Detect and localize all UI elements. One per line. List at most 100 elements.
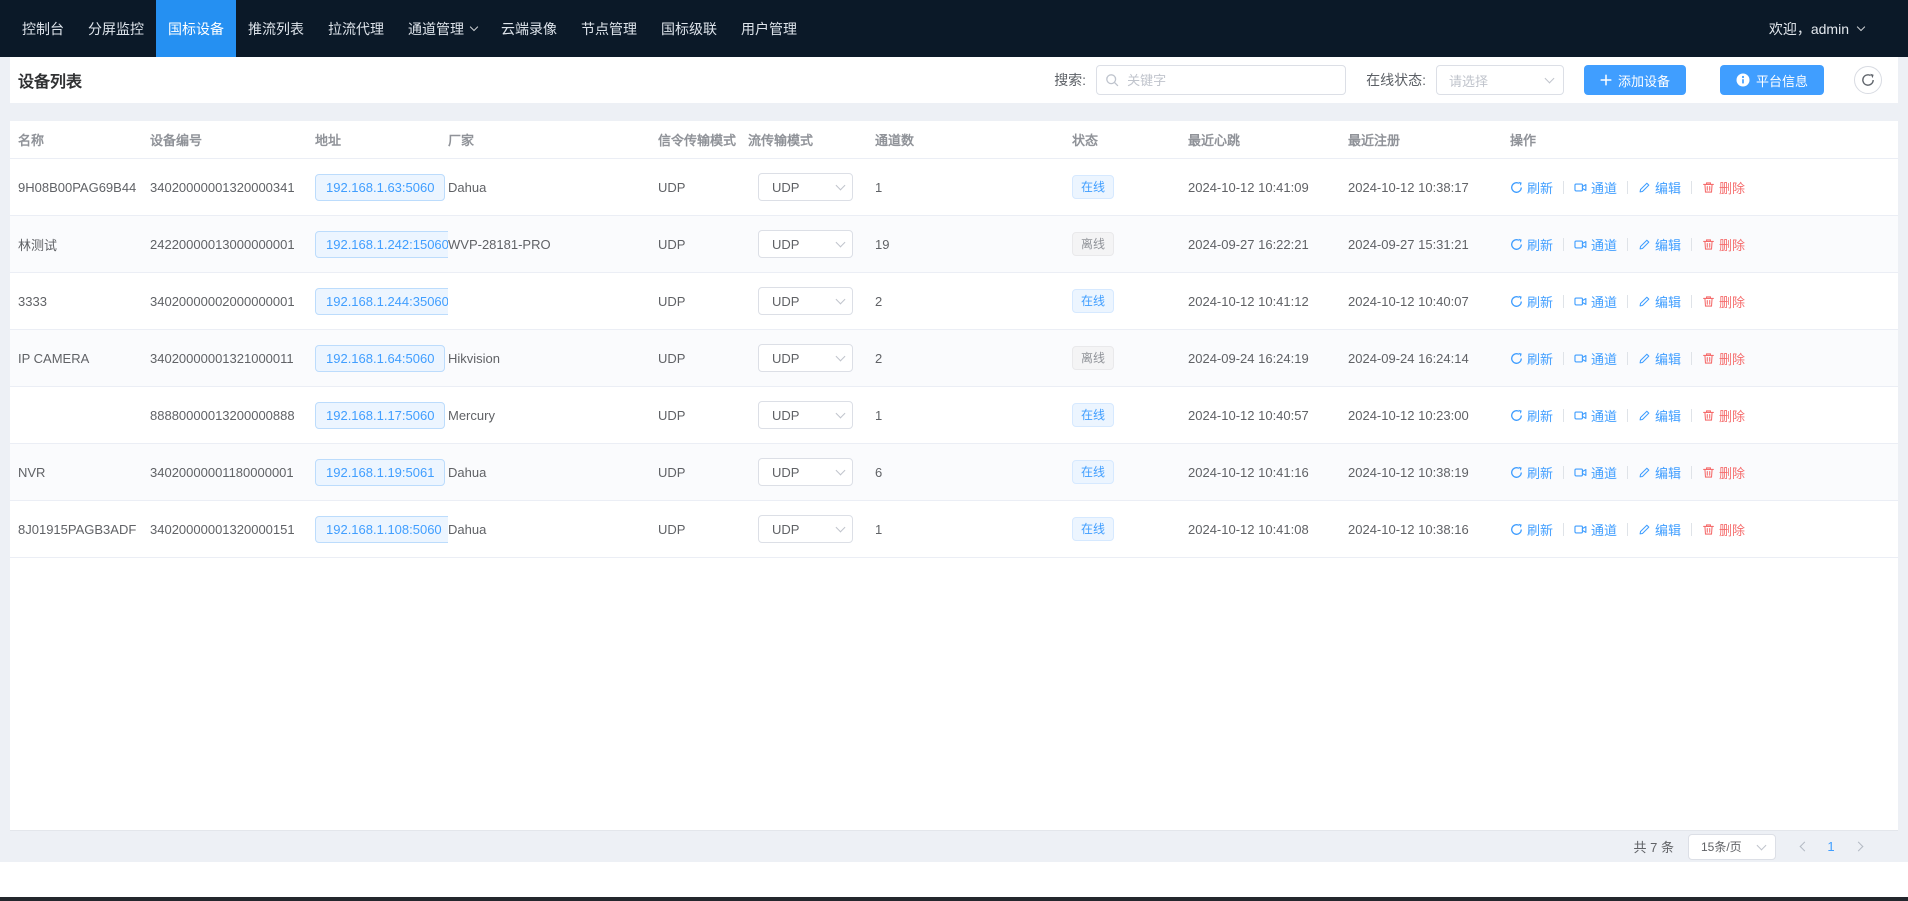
refresh-action[interactable]: 刷新 xyxy=(1510,235,1553,254)
channel-action[interactable]: 通道 xyxy=(1574,406,1617,425)
chevron-down-icon xyxy=(836,238,846,248)
status-badge: 在线 xyxy=(1072,460,1114,484)
user-menu[interactable]: 欢迎，admin xyxy=(1769,0,1908,57)
row-actions: 刷新 通道 编辑 删除 xyxy=(1510,463,1898,482)
refresh-action[interactable]: 刷新 xyxy=(1510,349,1553,368)
row-actions: 刷新 通道 编辑 删除 xyxy=(1510,292,1898,311)
refresh-action[interactable]: 刷新 xyxy=(1510,463,1553,482)
nav-item-pull-proxy[interactable]: 拉流代理 xyxy=(316,0,396,57)
last-heartbeat: 2024-10-12 10:40:57 xyxy=(1188,408,1348,423)
channel-action[interactable]: 通道 xyxy=(1574,178,1617,197)
edit-action[interactable]: 编辑 xyxy=(1638,463,1681,482)
refresh-action[interactable]: 刷新 xyxy=(1510,292,1553,311)
next-page-button[interactable] xyxy=(1846,835,1870,859)
nav-item-cloud-record[interactable]: 云端录像 xyxy=(489,0,569,57)
channel-action[interactable]: 通道 xyxy=(1574,520,1617,539)
stream-mode-select[interactable]: UDP xyxy=(758,401,853,429)
nav-label: 推流列表 xyxy=(248,19,304,39)
select-placeholder: 请选择 xyxy=(1449,71,1488,90)
delete-action[interactable]: 删除 xyxy=(1702,292,1745,311)
address-tag: 192.168.1.17:5060 xyxy=(315,402,445,429)
address-tag: 192.168.1.63:5060 xyxy=(315,174,445,201)
nav-item-node-mgmt[interactable]: 节点管理 xyxy=(569,0,649,57)
divider xyxy=(1563,466,1564,479)
stream-mode-select[interactable]: UDP xyxy=(758,230,853,258)
delete-action[interactable]: 删除 xyxy=(1702,178,1745,197)
edit-action[interactable]: 编辑 xyxy=(1638,178,1681,197)
refresh-icon xyxy=(1510,238,1523,251)
edit-action[interactable]: 编辑 xyxy=(1638,406,1681,425)
nav-item-push-list[interactable]: 推流列表 xyxy=(236,0,316,57)
stream-mode-select[interactable]: UDP xyxy=(758,344,853,372)
stream-mode-select[interactable]: UDP xyxy=(758,458,853,486)
delete-action[interactable]: 删除 xyxy=(1702,520,1745,539)
search-input[interactable] xyxy=(1096,65,1346,95)
signal-mode: UDP xyxy=(658,237,748,252)
edit-action[interactable]: 编辑 xyxy=(1638,235,1681,254)
trash-icon xyxy=(1702,238,1715,251)
address-tag: 192.168.1.64:5060 xyxy=(315,345,445,372)
channel-count: 19 xyxy=(875,237,1072,252)
stream-mode-value: UDP xyxy=(772,294,799,309)
delete-action[interactable]: 删除 xyxy=(1702,406,1745,425)
edit-action[interactable]: 编辑 xyxy=(1638,349,1681,368)
channel-action[interactable]: 通道 xyxy=(1574,463,1617,482)
nav-item-user-mgmt[interactable]: 用户管理 xyxy=(729,0,809,57)
address-tag: 192.168.1.244:35060 xyxy=(315,288,448,315)
refresh-action[interactable]: 刷新 xyxy=(1510,520,1553,539)
channel-action[interactable]: 通道 xyxy=(1574,292,1617,311)
nav-item-gb-cascade[interactable]: 国标级联 xyxy=(649,0,729,57)
edit-icon xyxy=(1638,409,1651,422)
edit-action[interactable]: 编辑 xyxy=(1638,292,1681,311)
divider xyxy=(1627,295,1628,308)
col-header: 通道数 xyxy=(875,130,1072,149)
chevron-down-icon xyxy=(470,23,478,31)
nav-item-gb-devices[interactable]: 国标设备 xyxy=(156,0,236,57)
divider xyxy=(1691,295,1692,308)
platform-info-button[interactable]: 平台信息 xyxy=(1720,65,1824,95)
trash-icon xyxy=(1702,352,1715,365)
delete-action[interactable]: 删除 xyxy=(1702,349,1745,368)
refresh-icon xyxy=(1510,523,1523,536)
delete-action[interactable]: 删除 xyxy=(1702,463,1745,482)
channel-action[interactable]: 通道 xyxy=(1574,235,1617,254)
divider xyxy=(1563,238,1564,251)
nav-item-channel-mgmt[interactable]: 通道管理 xyxy=(396,0,489,57)
device-row: 9H08B00PAG69B44 34020000001320000341 192… xyxy=(10,159,1898,216)
last-register: 2024-09-27 15:31:21 xyxy=(1348,237,1500,252)
refresh-list-button[interactable] xyxy=(1854,66,1882,94)
stream-mode-value: UDP xyxy=(772,180,799,195)
nav-item-console[interactable]: 控制台 xyxy=(10,0,76,57)
video-icon xyxy=(1574,409,1587,422)
stream-mode-select[interactable]: UDP xyxy=(758,173,853,201)
device-name: IP CAMERA xyxy=(18,351,150,366)
divider xyxy=(1691,466,1692,479)
spacer xyxy=(10,103,1898,121)
prev-page-button[interactable] xyxy=(1792,835,1816,859)
chevron-down-icon xyxy=(836,295,846,305)
divider xyxy=(1627,466,1628,479)
pagination-bar: 共 7 条 15条/页 1 xyxy=(10,830,1898,862)
stream-mode-value: UDP xyxy=(772,522,799,537)
nav-item-split-monitor[interactable]: 分屏监控 xyxy=(76,0,156,57)
channel-action[interactable]: 通道 xyxy=(1574,349,1617,368)
page-size-select[interactable]: 15条/页 xyxy=(1688,834,1776,860)
stream-mode-select[interactable]: UDP xyxy=(758,287,853,315)
manufacturer: Hikvision xyxy=(448,351,658,366)
device-id: 34020000001320000151 xyxy=(150,522,315,537)
platform-info-label: 平台信息 xyxy=(1756,71,1808,90)
refresh-action[interactable]: 刷新 xyxy=(1510,406,1553,425)
online-status-select[interactable]: 请选择 xyxy=(1436,65,1564,95)
stream-mode-select[interactable]: UDP xyxy=(758,515,853,543)
current-page[interactable]: 1 xyxy=(1820,839,1842,854)
add-device-button[interactable]: 添加设备 xyxy=(1584,65,1686,95)
refresh-action[interactable]: 刷新 xyxy=(1510,178,1553,197)
nav-label: 通道管理 xyxy=(408,19,464,39)
row-actions: 刷新 通道 编辑 删除 xyxy=(1510,349,1898,368)
page-title: 设备列表 xyxy=(18,68,82,92)
delete-action[interactable]: 删除 xyxy=(1702,235,1745,254)
last-register: 2024-10-12 10:38:19 xyxy=(1348,465,1500,480)
last-register: 2024-10-12 10:38:16 xyxy=(1348,522,1500,537)
signal-mode: UDP xyxy=(658,408,748,423)
edit-action[interactable]: 编辑 xyxy=(1638,520,1681,539)
